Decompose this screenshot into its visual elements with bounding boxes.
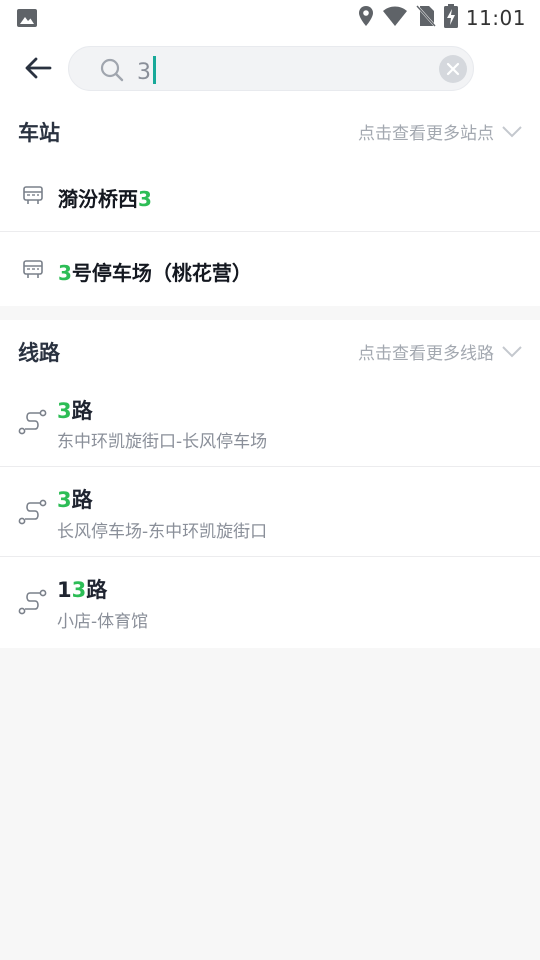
line-section-header: 线路 点击查看更多线路 bbox=[0, 320, 540, 382]
arrow-left-icon bbox=[25, 57, 52, 79]
chevron-down-icon bbox=[502, 345, 522, 357]
line-list-item[interactable]: 13路 小店-体育馆 bbox=[0, 557, 540, 648]
bus-stop-icon bbox=[22, 258, 44, 284]
no-sim-icon bbox=[416, 5, 436, 31]
route-direction: 小店-体育馆 bbox=[57, 612, 149, 632]
station-section: 车站 点击查看更多站点 漪汾桥西3 3号停车场（桃花营） bbox=[0, 100, 540, 306]
route-name: 3路 bbox=[57, 399, 93, 423]
search-query-text[interactable]: 3 bbox=[137, 56, 156, 86]
status-time: 11:01 bbox=[465, 6, 526, 30]
line-list-item[interactable]: 3路 东中环凯旋街口-长风停车场 bbox=[0, 382, 540, 467]
route-direction: 东中环凯旋街口-长风停车场 bbox=[57, 432, 268, 452]
station-list-item[interactable]: 3号停车场（桃花营） bbox=[0, 232, 540, 306]
route-name: 3路 bbox=[57, 488, 93, 512]
chevron-down-icon bbox=[502, 125, 522, 137]
image-icon bbox=[16, 8, 38, 32]
station-name: 3号停车场（桃花营） bbox=[58, 261, 252, 285]
wifi-icon bbox=[382, 5, 408, 31]
clear-icon bbox=[446, 62, 460, 76]
station-list-item[interactable]: 漪汾桥西3 bbox=[0, 162, 540, 232]
route-direction: 长风停车场-东中环凯旋街口 bbox=[57, 522, 268, 542]
more-lines-button[interactable]: 点击查看更多线路 bbox=[358, 339, 522, 364]
search-bar: 3 bbox=[0, 36, 540, 100]
back-button[interactable] bbox=[18, 50, 58, 86]
route-icon bbox=[18, 589, 48, 619]
route-icon bbox=[18, 409, 48, 439]
station-section-header: 车站 点击查看更多站点 bbox=[0, 100, 540, 162]
more-lines-label: 点击查看更多线路 bbox=[358, 344, 494, 364]
status-bar: 11:01 bbox=[0, 0, 540, 36]
line-list-item[interactable]: 3路 长风停车场-东中环凯旋街口 bbox=[0, 467, 540, 557]
route-icon bbox=[18, 499, 48, 529]
station-section-title: 车站 bbox=[18, 121, 60, 145]
more-stations-button[interactable]: 点击查看更多站点 bbox=[358, 119, 522, 144]
line-section-title: 线路 bbox=[18, 341, 60, 365]
bus-stop-icon bbox=[22, 184, 44, 210]
search-icon bbox=[99, 57, 125, 87]
station-name: 漪汾桥西3 bbox=[58, 187, 152, 211]
route-name: 13路 bbox=[57, 578, 108, 602]
location-icon bbox=[358, 5, 374, 31]
more-stations-label: 点击查看更多站点 bbox=[358, 124, 494, 144]
battery-charging-icon bbox=[443, 4, 458, 32]
text-cursor bbox=[153, 56, 156, 84]
line-section: 线路 点击查看更多线路 3路 东中环凯旋街口-长风停车场 3路 长风停车场-东中… bbox=[0, 320, 540, 648]
clear-button[interactable] bbox=[439, 55, 467, 83]
search-input[interactable]: 3 bbox=[68, 46, 474, 91]
